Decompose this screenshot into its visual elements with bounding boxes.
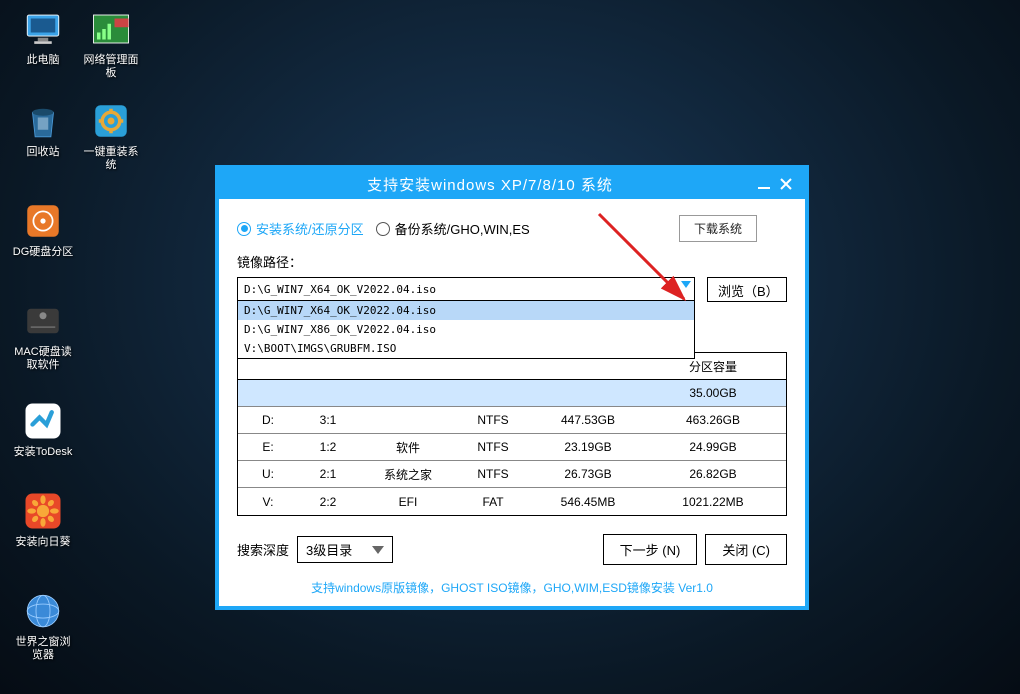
chevron-down-icon[interactable]: [681, 281, 691, 288]
desktop-icon-reinstall[interactable]: 一键重装系统: [80, 100, 142, 172]
desktop-label: 网络管理面板: [80, 54, 142, 80]
image-path-input[interactable]: [237, 277, 695, 301]
desktop-label: MAC硬盘读取软件: [12, 346, 74, 372]
close-dialog-button[interactable]: 关闭 (C): [705, 534, 787, 565]
titlebar[interactable]: 支持安装windows XP/7/8/10 系统: [219, 169, 805, 199]
footer-text: 支持windows原版镜像，GHOST ISO镜像，GHO,WIM,ESD镜像安…: [237, 579, 787, 596]
dropdown-item[interactable]: D:\G_WIN7_X86_OK_V2022.04.iso: [238, 320, 694, 339]
download-system-button[interactable]: 下载系统: [679, 215, 757, 242]
pc-icon: [22, 8, 64, 50]
minimize-button[interactable]: [753, 173, 775, 195]
mac-icon: [22, 300, 64, 342]
desktop-label: 安装ToDesk: [12, 446, 74, 459]
desktop-icon-thispc[interactable]: 此电脑: [12, 8, 74, 67]
desktop-label: DG硬盘分区: [12, 246, 74, 259]
radio-dot-icon: [237, 222, 251, 236]
partition-table: 分区容量 35.00GB D: 3:1 NTFS 447.53GB 463.26…: [237, 352, 787, 516]
desktop-icon-recycle[interactable]: 回收站: [12, 100, 74, 159]
image-path-combo[interactable]: D:\G_WIN7_X64_OK_V2022.04.iso D:\G_WIN7_…: [237, 277, 695, 301]
recycle-icon: [22, 100, 64, 142]
table-row[interactable]: U: 2:1 系统之家 NTFS 26.73GB 26.82GB: [238, 461, 786, 488]
desktop-label: 一键重装系统: [80, 146, 142, 172]
dg-icon: [22, 200, 64, 242]
table-row[interactable]: E: 1:2 软件 NTFS 23.19GB 24.99GB: [238, 434, 786, 461]
radio-install[interactable]: 安装系统/还原分区: [237, 219, 364, 238]
radio-install-label: 安装系统/还原分区: [256, 219, 364, 238]
desktop-label: 世界之窗浏览器: [12, 636, 74, 662]
chevron-down-icon: [372, 546, 384, 554]
search-depth-select[interactable]: 3级目录: [297, 536, 393, 563]
desktop-icon-sunflower[interactable]: 安装向日葵: [12, 490, 74, 549]
radio-circle-icon: [376, 222, 390, 236]
search-depth-label: 搜索深度: [237, 540, 289, 559]
radio-backup-label: 备份系统/GHO,WIN,ES: [395, 219, 530, 238]
table-row[interactable]: V: 2:2 EFI FAT 546.45MB 1021.22MB: [238, 488, 786, 515]
browser-icon: [22, 590, 64, 632]
desktop-label: 安装向日葵: [12, 536, 74, 549]
desktop-icon-todesk[interactable]: 安装ToDesk: [12, 400, 74, 459]
sunflower-icon: [22, 490, 64, 532]
network-icon: [90, 8, 132, 50]
reinstall-icon: [90, 100, 132, 142]
table-row[interactable]: D: 3:1 NTFS 447.53GB 463.26GB: [238, 407, 786, 434]
window-title: 支持安装windows XP/7/8/10 系统: [227, 174, 753, 195]
image-path-label: 镜像路径：: [237, 252, 787, 271]
desktop-icon-dg[interactable]: DG硬盘分区: [12, 200, 74, 259]
search-depth-value: 3级目录: [306, 540, 352, 559]
image-path-dropdown: D:\G_WIN7_X64_OK_V2022.04.iso D:\G_WIN7_…: [237, 300, 695, 359]
radio-backup[interactable]: 备份系统/GHO,WIN,ES: [376, 219, 530, 238]
installer-window: 支持安装windows XP/7/8/10 系统 安装系统/还原分区 备份系统/…: [215, 165, 809, 610]
dropdown-item[interactable]: V:\BOOT\IMGS\GRUBFM.ISO: [238, 339, 694, 358]
col-capacity: 分区容量: [648, 358, 778, 375]
desktop-icon-mac[interactable]: MAC硬盘读取软件: [12, 300, 74, 372]
dropdown-item[interactable]: D:\G_WIN7_X64_OK_V2022.04.iso: [238, 301, 694, 320]
browse-button[interactable]: 浏览（B）: [707, 277, 787, 302]
next-button[interactable]: 下一步 (N): [603, 534, 698, 565]
bottom-controls: 搜索深度 3级目录 下一步 (N) 关闭 (C): [237, 534, 787, 565]
mode-row: 安装系统/还原分区 备份系统/GHO,WIN,ES 下载系统: [237, 215, 787, 242]
desktop-label: 此电脑: [12, 54, 74, 67]
table-row[interactable]: 35.00GB: [238, 380, 786, 407]
todesk-icon: [22, 400, 64, 442]
desktop-icon-network[interactable]: 网络管理面板: [80, 8, 142, 80]
close-button[interactable]: [775, 173, 797, 195]
desktop-label: 回收站: [12, 146, 74, 159]
desktop-icon-browser[interactable]: 世界之窗浏览器: [12, 590, 74, 662]
